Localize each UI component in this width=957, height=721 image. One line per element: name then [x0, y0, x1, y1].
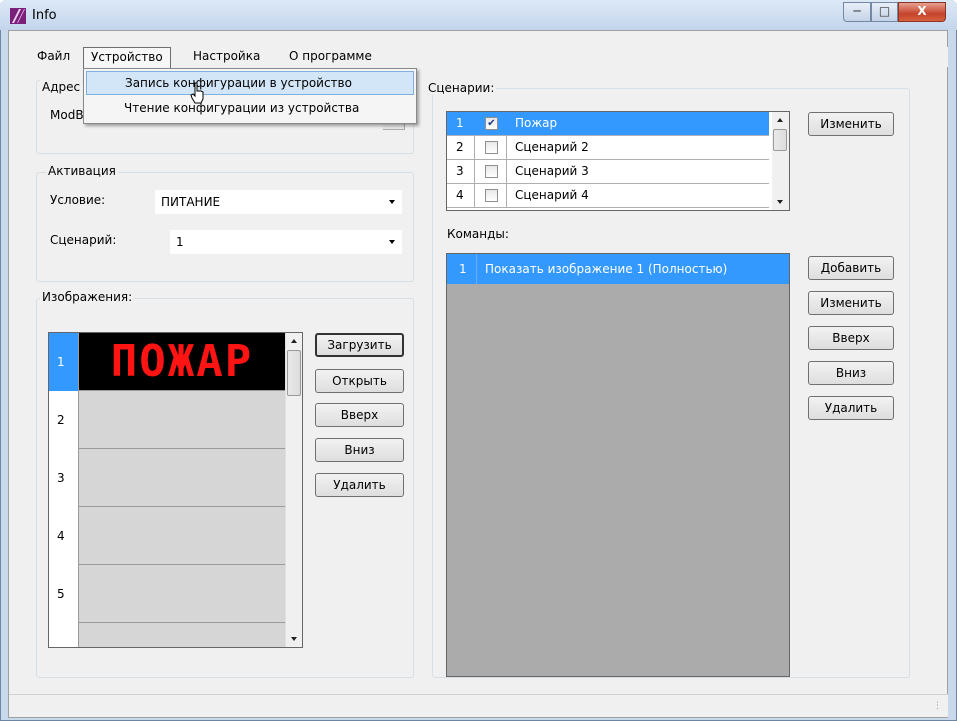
checkbox[interactable]	[485, 189, 498, 202]
scenario-checkbox-cell[interactable]	[475, 184, 507, 207]
image-cell[interactable]	[79, 449, 285, 506]
scroll-thumb[interactable]	[773, 129, 787, 151]
image-cell[interactable]	[79, 623, 285, 647]
command-delete-button[interactable]: Удалить	[808, 396, 894, 420]
row-number: 2	[447, 136, 475, 159]
scenarios-list[interactable]: 1 ✔ Пожар 2 Сценарий 2 3 Сценарий 3 4 Сц…	[446, 111, 790, 211]
images-group-title: Изображения:	[40, 290, 135, 304]
scroll-down-icon[interactable]	[291, 637, 297, 641]
scenario-checkbox-cell[interactable]	[475, 136, 507, 159]
image-preview[interactable]: ПОЖАР	[79, 333, 285, 390]
row-number: 2	[49, 391, 79, 449]
minimize-button[interactable]: ─	[843, 2, 871, 22]
menu-item-read-config[interactable]: Чтение конфигурации из устройства	[86, 97, 414, 121]
list-item[interactable]: 2 Сценарий 2	[447, 136, 769, 160]
table-row[interactable]: 3	[49, 449, 285, 507]
add-command-button[interactable]: Добавить	[808, 256, 894, 280]
commands-list[interactable]: 1 Показать изображение 1 (Полностью)	[446, 253, 790, 677]
command-move-up-button[interactable]: Вверх	[808, 326, 894, 350]
menu-settings[interactable]: Настройка	[186, 47, 267, 67]
scenario-value: 1	[176, 235, 184, 249]
scenario-select[interactable]: 1	[170, 230, 402, 254]
scroll-up-icon[interactable]	[291, 339, 297, 343]
condition-value: ПИТАНИЕ	[161, 195, 221, 209]
command-text: Показать изображение 1 (Полностью)	[485, 262, 728, 276]
chevron-down-icon	[389, 200, 395, 204]
scenario-name: Пожар	[515, 116, 558, 130]
scenario-name: Сценарий 3	[515, 164, 589, 178]
scroll-up-icon[interactable]	[777, 118, 783, 122]
condition-label: Условие:	[50, 193, 106, 207]
activation-group-title: Активация	[46, 164, 118, 178]
title-bar[interactable]: Info ─ □ X	[0, 0, 957, 30]
menu-file[interactable]: Файл	[30, 47, 77, 67]
row-number: 3	[49, 449, 79, 507]
image-cell[interactable]	[79, 565, 285, 622]
resize-grip-icon[interactable]: ⋮	[933, 701, 945, 713]
scenario-checkbox-cell[interactable]: ✔	[475, 112, 507, 135]
close-button[interactable]: X	[898, 2, 946, 22]
table-row[interactable]: 4	[49, 507, 285, 565]
list-item[interactable]: 4 Сценарий 4	[447, 184, 769, 208]
scenario-name: Сценарий 4	[515, 188, 589, 202]
menu-item-write-config[interactable]: Запись конфигурации в устройство	[86, 71, 414, 95]
row-number: 3	[447, 160, 475, 183]
load-image-button[interactable]: Загрузить	[315, 333, 404, 357]
scenarios-scrollbar[interactable]	[772, 112, 789, 210]
address-group-title: Адрес	[40, 80, 83, 94]
commands-label: Команды:	[447, 227, 509, 241]
checkbox[interactable]	[485, 141, 498, 154]
command-move-down-button[interactable]: Вниз	[808, 361, 894, 385]
row-number	[49, 623, 79, 647]
row-number: 1	[49, 333, 79, 391]
checkbox[interactable]: ✔	[485, 117, 498, 130]
table-row[interactable]: 2	[49, 391, 285, 449]
row-number: 4	[447, 184, 475, 207]
chevron-down-icon	[389, 240, 395, 244]
scenario-checkbox-cell[interactable]	[475, 160, 507, 183]
image-cell[interactable]	[79, 391, 285, 448]
image-move-down-button[interactable]: Вниз	[315, 438, 404, 462]
scenario-name: Сценарий 2	[515, 140, 589, 154]
scroll-thumb[interactable]	[287, 350, 301, 396]
image-delete-button[interactable]: Удалить	[315, 473, 404, 497]
edit-command-button[interactable]: Изменить	[808, 291, 894, 315]
list-item[interactable]: 1 Показать изображение 1 (Полностью)	[447, 254, 789, 284]
list-item[interactable]: 1 ✔ Пожар	[447, 112, 769, 136]
device-menu-dropdown: Запись конфигурации в устройство Чтение …	[83, 68, 417, 124]
images-scrollbar[interactable]	[285, 333, 302, 647]
menu-about[interactable]: О программе	[282, 47, 379, 67]
activation-group	[36, 172, 414, 282]
list-item[interactable]: 3 Сценарий 3	[447, 160, 769, 184]
modbus-label: ModB	[50, 108, 84, 122]
app-icon	[10, 8, 26, 24]
scenarios-group-title: Сценарии:	[426, 81, 497, 95]
hand-cursor-icon	[190, 82, 204, 104]
row-number: 1	[447, 112, 475, 135]
maximize-button[interactable]: □	[871, 2, 898, 22]
edit-scenario-button[interactable]: Изменить	[808, 112, 894, 136]
images-grid[interactable]: 1 ПОЖАР 2 3 4 5	[48, 332, 303, 648]
checkbox[interactable]	[485, 165, 498, 178]
image-move-up-button[interactable]: Вверх	[315, 403, 404, 427]
row-number: 5	[49, 565, 79, 623]
table-row[interactable]	[49, 623, 285, 647]
row-number: 4	[49, 507, 79, 565]
scroll-down-icon[interactable]	[777, 200, 783, 204]
condition-select[interactable]: ПИТАНИЕ	[155, 190, 402, 214]
status-bar	[9, 694, 948, 717]
table-row[interactable]: 1 ПОЖАР	[49, 333, 285, 391]
image-cell[interactable]	[79, 507, 285, 564]
menu-device[interactable]: Устройство	[83, 47, 171, 69]
window-title: Info	[32, 8, 57, 23]
open-image-button[interactable]: Открыть	[315, 369, 404, 393]
row-number: 1	[447, 254, 477, 284]
table-row[interactable]: 5	[49, 565, 285, 623]
scenario-label: Сценарий:	[50, 233, 117, 247]
